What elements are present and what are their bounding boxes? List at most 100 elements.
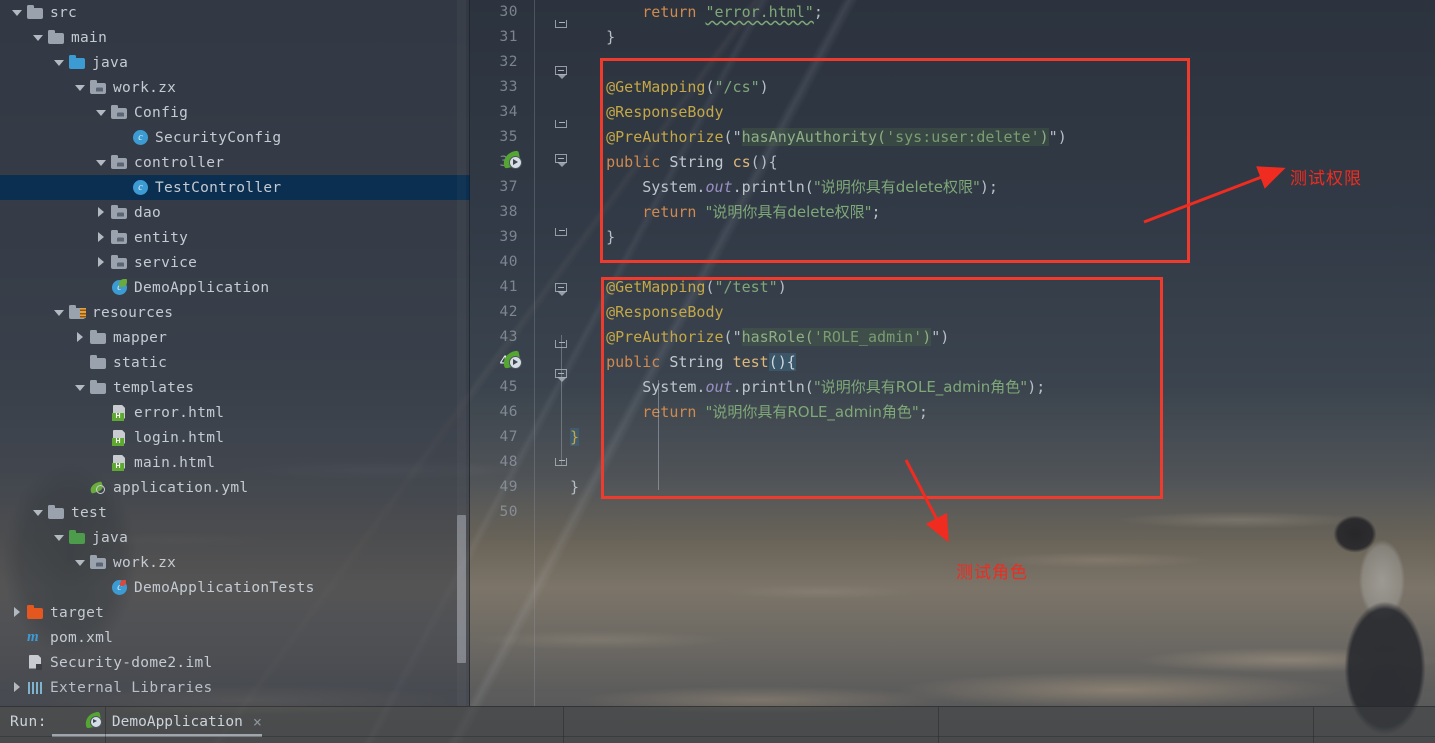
- fold-marker[interactable]: [554, 153, 569, 168]
- code-folding-column[interactable]: [534, 0, 570, 706]
- tree-item-resources[interactable]: resources: [0, 300, 470, 325]
- tree-item-src[interactable]: src: [0, 0, 470, 25]
- tree-item-label: entity: [134, 229, 189, 246]
- tree-item-securityconfig[interactable]: SecurityConfig: [0, 125, 470, 150]
- close-icon[interactable]: ×: [253, 713, 262, 731]
- tree-item-test[interactable]: test: [0, 500, 470, 525]
- chevron-down-icon[interactable]: [54, 532, 65, 543]
- chevron-right-icon[interactable]: [96, 257, 107, 268]
- chevron-down-icon[interactable]: [54, 307, 65, 318]
- indent-guide: [658, 380, 659, 490]
- chevron-down-icon[interactable]: [75, 382, 86, 393]
- tree-item-label: External Libraries: [50, 679, 213, 696]
- fold-end-marker[interactable]: [555, 228, 567, 236]
- paren-close: ): [777, 278, 787, 296]
- chevron-down-icon[interactable]: [54, 57, 65, 68]
- run-method-icon[interactable]: [501, 350, 523, 372]
- tree-item-work-zx[interactable]: work.zx: [0, 75, 470, 100]
- chevron-right-icon[interactable]: [12, 607, 23, 618]
- code-line-35[interactable]: @PreAuthorize("hasAnyAuthority('sys:user…: [570, 125, 1435, 150]
- run-toolbar[interactable]: Run: DemoApplication ×: [0, 707, 1435, 737]
- tree-item-testcontroller[interactable]: TestController: [0, 175, 470, 200]
- code-line-46[interactable]: return "说明你具有ROLE_admin角色";: [570, 400, 1435, 425]
- folder-icon: [90, 380, 107, 396]
- tree-item-dao[interactable]: dao: [0, 200, 470, 225]
- chevron-right-icon[interactable]: [96, 207, 107, 218]
- chevron-down-icon[interactable]: [75, 82, 86, 93]
- chevron-down-icon[interactable]: [33, 507, 44, 518]
- code-line-34[interactable]: @ResponseBody: [570, 100, 1435, 125]
- tree-item-main[interactable]: main: [0, 25, 470, 50]
- code-line-42[interactable]: @ResponseBody: [570, 300, 1435, 325]
- package-icon: [111, 230, 128, 246]
- code-line-47[interactable]: }: [570, 425, 1435, 450]
- code-line-41[interactable]: @GetMapping("/test"): [570, 275, 1435, 300]
- tree-item-error-html[interactable]: Herror.html: [0, 400, 470, 425]
- chevron-down-icon[interactable]: [12, 7, 23, 18]
- tree-item-controller[interactable]: controller: [0, 150, 470, 175]
- chevron-right-icon[interactable]: [12, 682, 23, 693]
- tree-item-login-html[interactable]: Hlogin.html: [0, 425, 470, 450]
- panel-horizontal-divider: [0, 736, 1435, 737]
- tree-item-main-html[interactable]: Hmain.html: [0, 450, 470, 475]
- project-tree[interactable]: src main java work.zx Config SecurityConfig co…: [0, 0, 470, 700]
- chevron-down-icon[interactable]: [33, 32, 44, 43]
- paren-close: ): [1057, 128, 1067, 146]
- chevron-right-icon[interactable]: [75, 332, 86, 343]
- code-line-33[interactable]: @GetMapping("/cs"): [570, 75, 1435, 100]
- chevron-down-icon[interactable]: [75, 557, 86, 568]
- tree-item-label: dao: [134, 204, 162, 221]
- annotation-label-permission: 测试权限: [1290, 169, 1362, 189]
- code-line-40[interactable]: [570, 250, 1435, 275]
- tree-item-label: mapper: [113, 329, 168, 346]
- fold-marker[interactable]: [554, 65, 569, 80]
- tree-item-label: work.zx: [113, 79, 177, 96]
- tree-item-java[interactable]: java: [0, 50, 470, 75]
- chevron-down-icon[interactable]: [96, 157, 107, 168]
- security-expression: hasAnyAuthority(: [741, 128, 887, 146]
- tree-item-demoapplication[interactable]: DemoApplication: [0, 275, 470, 300]
- code-line-45[interactable]: System.out.println("说明你具有ROLE_admin角色");: [570, 375, 1435, 400]
- tree-item-target[interactable]: target: [0, 600, 470, 625]
- code-line-38[interactable]: return "说明你具有delete权限";: [570, 200, 1435, 225]
- sidebar-scrollbar-thumb[interactable]: [457, 515, 466, 663]
- chevron-down-icon[interactable]: [96, 107, 107, 118]
- project-tool-window[interactable]: src main java work.zx Config SecurityConfig co…: [0, 0, 470, 706]
- tree-item-application-yml[interactable]: application.yml: [0, 475, 470, 500]
- code-line-49[interactable]: }: [570, 475, 1435, 500]
- chevron-right-icon[interactable]: [96, 232, 107, 243]
- line-number: 46: [499, 404, 518, 420]
- run-method-icon[interactable]: [501, 150, 523, 172]
- code-line-39[interactable]: }: [570, 225, 1435, 250]
- close-brace: }: [606, 228, 616, 246]
- tree-item-mapper[interactable]: mapper: [0, 325, 470, 350]
- fold-end-marker[interactable]: [555, 20, 567, 28]
- code-line-31[interactable]: }: [570, 25, 1435, 50]
- code-line-50[interactable]: [570, 500, 1435, 525]
- tree-item-java[interactable]: java: [0, 525, 470, 550]
- code-line-43[interactable]: @PreAuthorize("hasRole('ROLE_admin')"): [570, 325, 1435, 350]
- code-line-44[interactable]: public String test(){: [570, 350, 1435, 375]
- folder-blue-icon: [69, 55, 86, 71]
- tree-item-config[interactable]: Config: [0, 100, 470, 125]
- panel-vertical-divider: [563, 707, 564, 743]
- code-line-48[interactable]: [570, 450, 1435, 475]
- line-number: 38: [499, 204, 518, 220]
- tree-item-static[interactable]: static: [0, 350, 470, 375]
- tree-item-service[interactable]: service: [0, 250, 470, 275]
- code-text-area[interactable]: return "error.html"; } @GetMapping("/cs"…: [570, 0, 1435, 706]
- code-line-32[interactable]: [570, 50, 1435, 75]
- tree-item-external-libraries[interactable]: External Libraries: [0, 675, 470, 700]
- tree-item-pom-xml[interactable]: pom.xml: [0, 625, 470, 650]
- tree-item-security-dome2-iml[interactable]: Security-dome2.iml: [0, 650, 470, 675]
- code-line-30[interactable]: return "error.html";: [570, 0, 1435, 25]
- tree-item-entity[interactable]: entity: [0, 225, 470, 250]
- tree-item-demoapplicationtests[interactable]: DemoApplicationTests: [0, 575, 470, 600]
- fold-end-marker[interactable]: [555, 120, 567, 128]
- code-editor[interactable]: 3031323334353637383940414243444546474849…: [470, 0, 1435, 706]
- tree-item-work-zx[interactable]: work.zx: [0, 550, 470, 575]
- fold-marker[interactable]: [554, 282, 569, 297]
- run-tool-window[interactable]: Run: DemoApplication ×: [0, 706, 1435, 743]
- run-tab-demoapplication[interactable]: DemoApplication ×: [83, 710, 262, 731]
- tree-item-templates[interactable]: templates: [0, 375, 470, 400]
